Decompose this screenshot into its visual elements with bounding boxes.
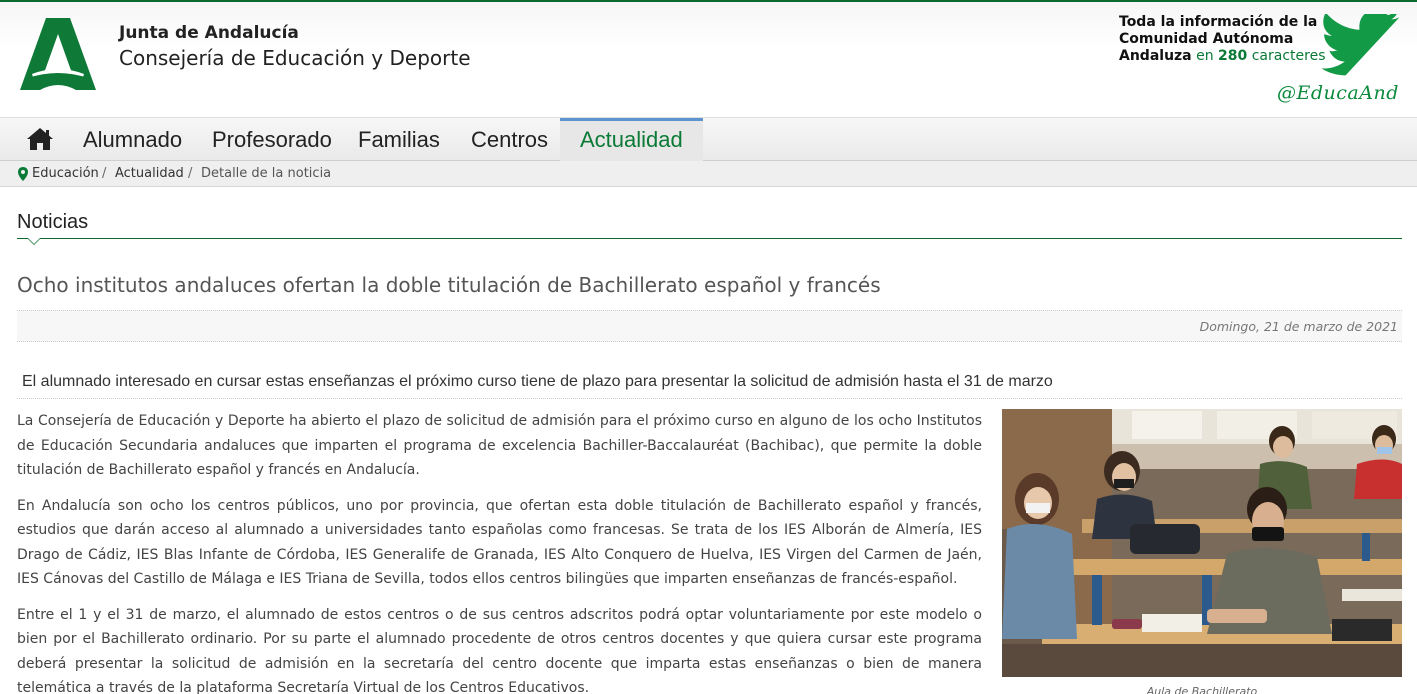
twitter-promo[interactable]: Toda la información de la Comunidad Autó… <box>1107 2 1417 119</box>
article-date: Domingo, 21 de marzo de 2021 <box>1199 319 1398 334</box>
twitter-promo-text: Toda la información de la Comunidad Autó… <box>1119 14 1329 65</box>
breadcrumb-separator: / <box>102 166 107 181</box>
article-photo[interactable] <box>1002 409 1402 677</box>
nav-item-alumnado[interactable]: Alumnado <box>63 118 202 161</box>
photo-caption: Aula de Bachillerato <box>1146 685 1258 694</box>
junta-andalucia-logo-icon[interactable] <box>18 16 98 92</box>
twitter-promo-line3-b: en <box>1196 48 1214 64</box>
org-department[interactable]: Consejería de Educación y Deporte <box>119 44 471 72</box>
nav-item-profesorado[interactable]: Profesorado <box>192 118 352 161</box>
article-paragraph: En Andalucía son ocho los centros públic… <box>17 497 982 588</box>
section-divider-notch-inner <box>28 238 40 244</box>
nav-item-actualidad[interactable]: Actualidad <box>560 118 703 161</box>
twitter-promo-line2: Comunidad Autónoma <box>1119 31 1294 47</box>
map-pin-icon <box>18 167 28 181</box>
article-paragraph: La Consejería de Educación y Deporte ha … <box>17 413 982 478</box>
section-title: Noticias <box>17 211 89 233</box>
home-icon[interactable] <box>26 127 54 151</box>
twitter-promo-line3-c: 280 <box>1218 48 1248 64</box>
twitter-handle[interactable]: @EducaAnd <box>1277 82 1399 104</box>
breadcrumb-separator: / <box>188 166 193 181</box>
site-header: Junta de Andalucía Consejería de Educaci… <box>0 0 1417 117</box>
article-date-bar: Domingo, 21 de marzo de 2021 <box>17 310 1402 342</box>
article-headline: Ocho institutos andaluces ofertan la dob… <box>17 273 881 297</box>
article-subheadline: El alumnado interesado en cursar estas e… <box>22 373 1053 390</box>
article-body: La Consejería de Educación y Deporte ha … <box>17 409 982 694</box>
main-nav: Alumnado Profesorado Familias Centros Ac… <box>0 117 1417 161</box>
nav-item-centros[interactable]: Centros <box>451 118 568 161</box>
org-name[interactable]: Junta de Andalucía <box>119 22 471 44</box>
breadcrumb-item-actualidad[interactable]: Actualidad <box>115 161 184 187</box>
twitter-promo-line1: Toda la información de la <box>1119 14 1318 30</box>
twitter-promo-line3-a: Andaluza <box>1119 48 1192 64</box>
twitter-bird-icon <box>1321 14 1399 76</box>
twitter-promo-line3-d: caracteres <box>1251 48 1326 64</box>
nav-item-familias[interactable]: Familias <box>338 118 460 161</box>
org-title-block[interactable]: Junta de Andalucía Consejería de Educaci… <box>119 22 471 72</box>
section-divider <box>17 238 1402 239</box>
subheadline-divider <box>17 398 1402 399</box>
breadcrumb-item-educacion[interactable]: Educación <box>32 161 99 187</box>
breadcrumb: Educación / Actualidad / Detalle de la n… <box>0 161 1417 187</box>
article-paragraph: Entre el 1 y el 31 de marzo, el alumnado… <box>17 606 982 694</box>
twitter-promo-line3: Andaluza en 280 caracteres <box>1119 48 1329 65</box>
breadcrumb-item-current: Detalle de la noticia <box>201 166 332 181</box>
